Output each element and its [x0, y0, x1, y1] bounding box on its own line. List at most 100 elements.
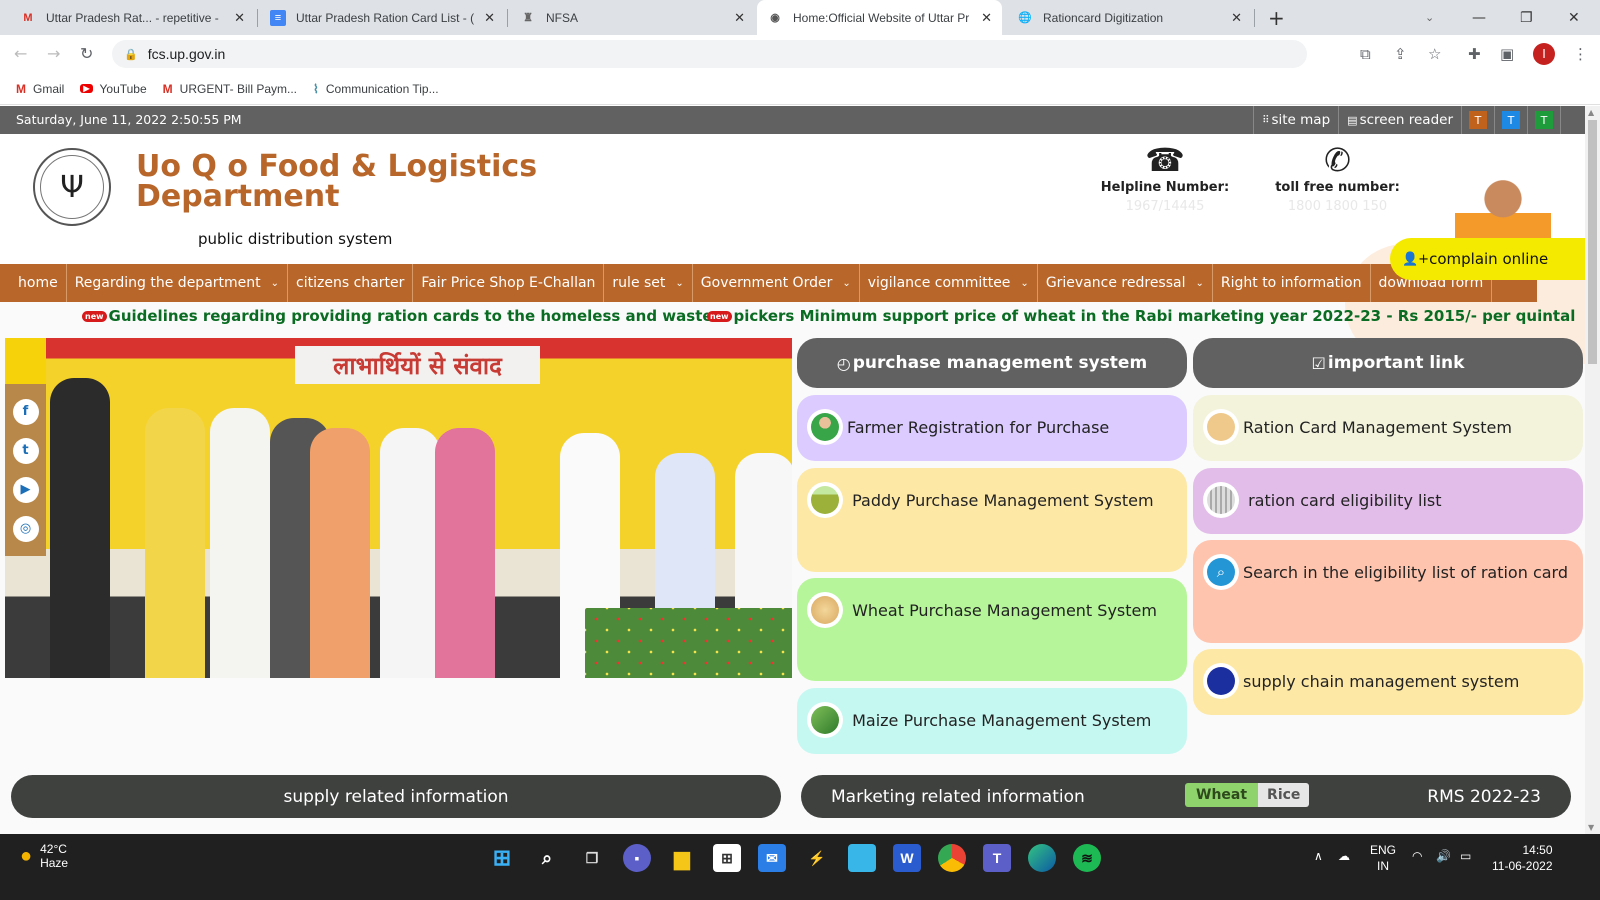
supply-chain-link[interactable]: supply chain management system — [1193, 649, 1583, 715]
site-title[interactable]: Uo Q o Food & Logistics Department — [136, 152, 537, 212]
desktop-app-icon[interactable] — [848, 844, 876, 872]
nav-vigilance-committee[interactable]: vigilance committee ⌄ — [860, 264, 1038, 302]
scroll-down-arrow-icon[interactable]: ▼ — [1588, 823, 1594, 832]
complain-online-button[interactable]: 👤+ complain online — [1390, 238, 1585, 280]
nav-home[interactable]: home — [10, 264, 67, 302]
facebook-icon[interactable]: f — [12, 398, 39, 425]
task-view-icon[interactable]: ❐ — [578, 844, 606, 872]
twitter-icon[interactable]: t — [12, 437, 39, 464]
ticker-item[interactable]: new pickers Minimum support price of whea… — [707, 307, 1575, 325]
edge-icon[interactable] — [1028, 844, 1056, 872]
bookmark-youtube[interactable]: ▶ YouTube — [80, 82, 147, 96]
ticker-item[interactable]: new Guidelines regarding providing ration… — [82, 307, 713, 325]
nav-regarding-department[interactable]: Regarding the department ⌄ — [67, 264, 289, 302]
close-tab-icon[interactable]: ✕ — [234, 10, 245, 26]
ration-card-management-link[interactable]: Ration Card Management System — [1193, 395, 1583, 461]
marketing-info-bar: Marketing related information Wheat Rice… — [801, 775, 1571, 818]
close-tab-icon[interactable]: ✕ — [484, 10, 495, 26]
bookmark-communication[interactable]: ⌇ Communication Tip... — [313, 82, 439, 96]
windows-start-icon[interactable]: ⊞ — [488, 844, 516, 872]
extensions-icon[interactable]: ✚ — [1468, 45, 1481, 63]
up-emblem-logo[interactable]: Ψ — [33, 148, 111, 226]
rice-toggle[interactable]: Rice — [1258, 783, 1310, 807]
nav-grievance-redressal[interactable]: Grievance redressal ⌄ — [1038, 264, 1213, 302]
browser-tab[interactable]: 🌐 Rationcard Digitization ✕ — [1007, 0, 1252, 35]
spotify-icon[interactable]: ≋ — [1073, 844, 1101, 872]
scroll-up-arrow-icon[interactable]: ▲ — [1588, 108, 1594, 117]
slider-banner-text: लाभार्थियों से संवाद — [295, 346, 540, 384]
close-tab-icon[interactable]: ✕ — [981, 10, 992, 26]
weather-widget[interactable]: ● 42°C Haze — [20, 842, 68, 870]
profile-avatar[interactable]: I — [1533, 43, 1555, 65]
chrome-icon[interactable] — [938, 844, 966, 872]
close-tab-icon[interactable]: ✕ — [734, 10, 745, 26]
minimize-button[interactable]: — — [1472, 0, 1486, 35]
top-strip: Saturday, June 11, 2022 2:50:55 PM ⠿ site… — [0, 106, 1585, 134]
nav-fps-echallan[interactable]: Fair Price Shop E-Challan — [413, 264, 605, 302]
site-map-link[interactable]: ⠿ site map — [1253, 106, 1338, 134]
hero-slider-image[interactable]: लाभार्थियों से संवाद — [5, 338, 792, 678]
youtube-icon[interactable]: ▶ — [12, 476, 39, 503]
scrollbar-thumb[interactable] — [1588, 120, 1597, 364]
translate-icon[interactable]: ⧉ — [1360, 45, 1371, 63]
wheat-purchase-link[interactable]: Wheat Purchase Management System — [797, 578, 1187, 681]
wheat-toggle[interactable]: Wheat — [1185, 783, 1259, 807]
theme-green-button[interactable]: T — [1535, 111, 1553, 129]
close-tab-icon[interactable]: ✕ — [1231, 10, 1242, 26]
close-window-button[interactable]: ✕ — [1568, 0, 1580, 35]
back-button[interactable]: ← — [14, 44, 27, 63]
page-scrollbar[interactable]: ▲ ▼ — [1585, 106, 1600, 834]
teams-chat-icon[interactable]: ▪ — [623, 844, 651, 872]
search-icon[interactable]: ⌕ — [533, 844, 561, 872]
browser-tab-active[interactable]: ◉ Home:Official Website of Uttar Pr ✕ — [757, 0, 1002, 35]
bookmarks-bar: M Gmail ▶ YouTube M URGENT- Bill Paym... ⌇ C… — [0, 73, 1600, 105]
onedrive-icon[interactable]: ☁ — [1338, 848, 1350, 864]
url-input[interactable]: 🔒 fcs.up.gov.in — [112, 40, 1307, 68]
tab-search-icon[interactable]: ⌄ — [1425, 0, 1434, 35]
bookmark-urgent[interactable]: M URGENT- Bill Paym... — [163, 82, 297, 96]
teams-icon[interactable]: T — [983, 844, 1011, 872]
battery-icon[interactable]: ▭ — [1460, 848, 1471, 864]
paddy-purchase-link[interactable]: Paddy Purchase Management System — [797, 468, 1187, 572]
forward-button[interactable]: → — [47, 44, 60, 63]
nav-government-order[interactable]: Government Order ⌄ — [693, 264, 860, 302]
wifi-icon[interactable]: ◠ — [1412, 848, 1422, 864]
reload-button[interactable]: ↻ — [80, 44, 93, 63]
farmer-registration-link[interactable]: Farmer Registration for Purchase — [797, 395, 1187, 461]
search-eligibility-link[interactable]: ⌕ Search in the eligibility list of ratio… — [1193, 540, 1583, 643]
bookmark-star-icon[interactable]: ☆ — [1428, 45, 1441, 63]
theme-blue-button[interactable]: T — [1502, 111, 1520, 129]
menu-kebab-icon[interactable]: ⋮ — [1573, 45, 1588, 63]
nav-citizens-charter[interactable]: citizens charter — [288, 264, 414, 302]
language-indicator[interactable]: ENG IN — [1370, 842, 1396, 874]
browser-tab[interactable]: M Uttar Pradesh Rat... - repetitive - ✕ — [10, 0, 255, 35]
supply-info-bar[interactable]: supply related information — [11, 775, 781, 818]
side-panel-icon[interactable]: ▣ — [1500, 45, 1514, 63]
list-icon — [1203, 481, 1239, 518]
restore-button[interactable]: ❐ — [1520, 0, 1533, 35]
nav-rule-set[interactable]: rule set ⌄ — [604, 264, 693, 302]
microsoft-store-icon[interactable]: ⊞ — [713, 844, 741, 872]
file-explorer-icon[interactable]: ▆ — [668, 844, 696, 872]
share-icon[interactable]: ⇪ — [1394, 45, 1407, 63]
browser-tab[interactable]: ≡ Uttar Pradesh Ration Card List - ( ✕ — [260, 0, 505, 35]
nav-right-to-information[interactable]: Right to information — [1213, 264, 1371, 302]
clock[interactable]: 14:50 11-06-2022 — [1492, 842, 1553, 874]
mail-icon[interactable]: ✉ — [758, 844, 786, 872]
new-tab-button[interactable]: + — [1268, 0, 1285, 35]
ration-card-icon — [1203, 408, 1239, 445]
bow-arrow-emblem-icon: Ψ — [40, 155, 104, 219]
browser-tab[interactable]: ♜ NFSA ✕ — [510, 0, 755, 35]
instagram-icon[interactable]: ◎ — [12, 515, 39, 542]
tray-overflow-icon[interactable]: ∧ — [1314, 848, 1323, 864]
app-icon[interactable]: ⚡ — [803, 844, 831, 872]
volume-icon[interactable]: 🔊 — [1436, 848, 1451, 864]
maize-purchase-link[interactable]: Maize Purchase Management System — [797, 688, 1187, 754]
eligibility-list-link[interactable]: ration card eligibility list — [1193, 468, 1583, 534]
screen-reader-link[interactable]: ▤ screen reader — [1338, 106, 1461, 134]
word-icon[interactable]: W — [893, 844, 921, 872]
phone-call-icon: ✆ — [1324, 141, 1351, 179]
theme-orange-button[interactable]: T — [1469, 111, 1487, 129]
bookmark-gmail[interactable]: M Gmail — [16, 82, 64, 96]
tab-divider — [507, 9, 508, 27]
